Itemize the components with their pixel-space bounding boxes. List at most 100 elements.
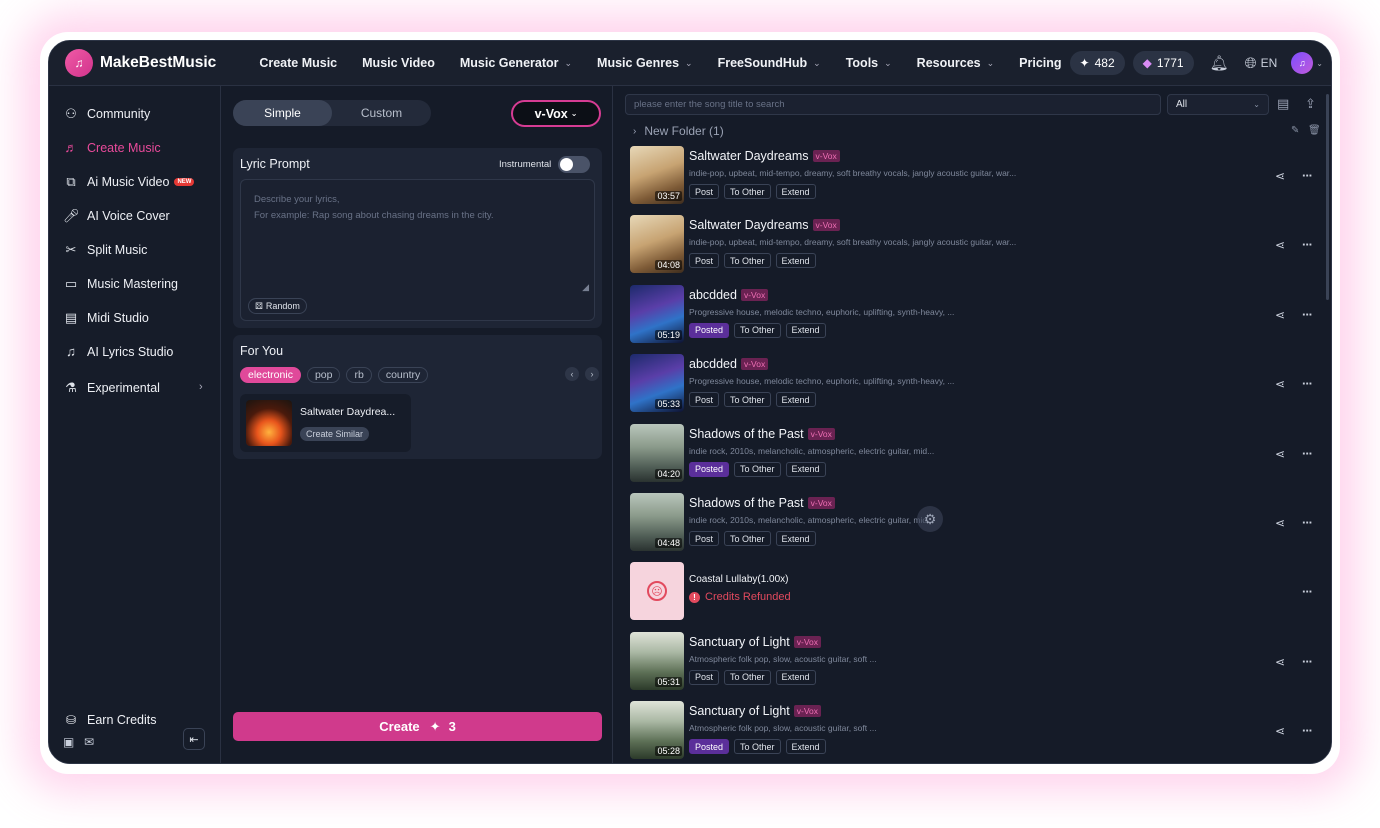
chevron-right-icon[interactable]: › [199, 381, 203, 393]
genre-chip-rb[interactable]: rb [346, 367, 372, 383]
brand[interactable]: ♫ MakeBestMusic [65, 49, 234, 77]
nav-music-generator[interactable]: Music Generator ⌄ [460, 56, 572, 70]
song-row[interactable]: 05:28 Sanctuary of Light v-Vox Atmospheric … [630, 701, 1320, 763]
create-button[interactable]: Create ✦ 3 [233, 712, 602, 741]
song-thumbnail[interactable]: ☹ [630, 562, 684, 621]
nav-create-music[interactable]: Create Music [259, 56, 337, 70]
avatar[interactable]: ♫ [1291, 52, 1314, 74]
song-title[interactable]: Shadows of the Past v-Vox [689, 496, 835, 510]
song-title[interactable]: Sanctuary of Light v-Vox [689, 704, 822, 718]
custom-mode-tab[interactable]: Custom [332, 100, 431, 126]
upload-icon[interactable]: ⇪ [1305, 96, 1316, 112]
extend-button[interactable]: Extend [775, 253, 816, 269]
share-icon[interactable]: ⋖ [1275, 447, 1285, 461]
more-icon[interactable]: ··· [1302, 307, 1313, 322]
song-thumbnail[interactable]: 04:20 [630, 423, 684, 482]
chevron-down-icon[interactable]: ⌄ [1316, 59, 1323, 68]
to-other-button[interactable]: To Other [724, 184, 771, 199]
genre-chip-country[interactable]: country [377, 367, 429, 383]
song-thumbnail[interactable]: 05:19 [630, 284, 684, 343]
credits-badge[interactable]: ✦ 482 [1069, 51, 1125, 75]
folder-row[interactable]: › New Folder (1) [633, 124, 724, 138]
resize-handle-icon[interactable]: ◢ [582, 282, 589, 293]
more-icon[interactable]: ··· [1302, 446, 1313, 461]
sidebar-item-experimental[interactable]: ⚗ Experimental [63, 380, 160, 396]
nav-pricing[interactable]: Pricing [1019, 56, 1061, 70]
earn-credits-link[interactable]: ⛁ Earn Credits [63, 713, 157, 727]
nav-music-video[interactable]: Music Video [362, 56, 435, 70]
song-title[interactable]: Sanctuary of Light v-Vox [689, 635, 822, 649]
nav-music-genres[interactable]: Music Genres ⌄ [597, 56, 693, 70]
settings-gear-icon[interactable]: ⚙ [917, 506, 943, 532]
filter-select[interactable]: All ⌄ [1167, 94, 1269, 115]
more-icon[interactable]: ··· [1302, 723, 1313, 738]
calendar-icon[interactable]: ▣ [63, 735, 74, 749]
sidebar-item-community[interactable]: ⚇ Community [63, 106, 150, 122]
share-icon[interactable]: ⋖ [1275, 655, 1285, 669]
more-icon[interactable]: ··· [1302, 515, 1313, 530]
song-thumbnail[interactable]: 05:33 [630, 354, 684, 413]
song-row[interactable]: 05:33 abcdded v-Vox Progressive house, melo… [630, 354, 1320, 416]
nav-tools[interactable]: Tools ⌄ [846, 56, 892, 70]
more-icon[interactable]: ··· [1302, 237, 1313, 252]
trash-icon[interactable]: 🗑︎ [1308, 125, 1321, 136]
extend-button[interactable]: Extend [785, 322, 826, 338]
scrollbar[interactable] [1326, 94, 1329, 300]
sidebar-item-create-music[interactable]: ♬ Create Music [63, 140, 161, 155]
lyric-input[interactable]: Describe your lyrics, For example: Rap s… [240, 179, 595, 321]
model-selector[interactable]: v-Vox ⌄ [511, 100, 601, 127]
edit-icon[interactable]: ✎ [1291, 125, 1299, 136]
collapse-sidebar-button[interactable]: ⇤ [183, 728, 205, 750]
song-title[interactable]: abcdded v-Vox [689, 288, 769, 302]
share-icon[interactable]: ⋖ [1275, 377, 1285, 391]
to-other-button[interactable]: To Other [724, 669, 771, 685]
chevron-left-icon[interactable]: ‹ [565, 367, 579, 381]
song-thumbnail[interactable]: 05:31 [630, 631, 684, 690]
song-row[interactable]: 05:31 Sanctuary of Light v-Vox Atmospheric … [630, 631, 1320, 694]
posted-button[interactable]: Posted [689, 322, 730, 338]
instrumental-toggle[interactable] [558, 156, 590, 173]
post-button[interactable]: Post [689, 184, 720, 199]
to-other-button[interactable]: To Other [734, 739, 781, 755]
more-icon[interactable]: ··· [1302, 654, 1313, 669]
sidebar-item-ai-voice-cover[interactable]: 🎤︎ AI Voice Cover [63, 208, 170, 224]
posted-button[interactable]: Posted [689, 739, 730, 755]
song-title[interactable]: Shadows of the Past v-Vox [689, 427, 835, 441]
random-button[interactable]: ⚄ Random [248, 298, 307, 314]
create-similar-button[interactable]: Create Similar [300, 427, 370, 441]
more-icon[interactable]: ··· [1302, 584, 1313, 599]
to-other-button[interactable]: To Other [734, 461, 781, 477]
song-thumbnail[interactable]: 04:08 [630, 215, 684, 274]
song-row[interactable]: 05:19 abcdded v-Vox Progressive house, melo… [630, 284, 1320, 347]
sidebar-item-midi-studio[interactable]: ▤ Midi Studio [63, 310, 149, 326]
more-icon[interactable]: ··· [1302, 168, 1313, 183]
post-button[interactable]: Post [689, 531, 720, 546]
nav-freesoundhub[interactable]: FreeSoundHub ⌄ [718, 56, 821, 70]
song-thumbnail[interactable]: 05:28 [630, 701, 684, 760]
song-title[interactable]: Saltwater Daydreams v-Vox [689, 149, 840, 163]
chevron-right-icon[interactable]: › [585, 367, 599, 381]
to-other-button[interactable]: To Other [724, 392, 771, 408]
simple-mode-tab[interactable]: Simple [233, 100, 332, 126]
song-row[interactable]: 03:57 Saltwater Daydreams v-Vox indie-pop, … [630, 146, 1320, 208]
song-title[interactable]: Saltwater Daydreams v-Vox [689, 218, 840, 232]
to-other-button[interactable]: To Other [724, 253, 771, 269]
genre-chip-pop[interactable]: pop [306, 367, 341, 383]
sidebar-item-ai-music-video[interactable]: ⧉ Ai Music Video NEW [63, 174, 195, 190]
sidebar-item-split-music[interactable]: ✂︎ Split Music [63, 242, 148, 258]
share-icon[interactable]: ⋖ [1275, 169, 1285, 183]
extend-button[interactable]: Extend [785, 461, 826, 477]
song-row[interactable]: 04:20 Shadows of the Past v-Vox indie rock,… [630, 423, 1320, 486]
post-button[interactable]: Post [689, 669, 720, 685]
share-icon[interactable]: ⋖ [1275, 724, 1285, 738]
extend-button[interactable]: Extend [775, 184, 816, 199]
post-button[interactable]: Post [689, 392, 720, 408]
post-button[interactable]: Post [689, 253, 720, 269]
language-selector[interactable]: 🌐︎ EN [1245, 55, 1278, 72]
share-icon[interactable]: ⋖ [1275, 516, 1285, 530]
song-search-input[interactable]: please enter the song title to search [625, 94, 1161, 115]
suggestion-card[interactable]: Saltwater Daydrea... Create Similar [240, 394, 411, 452]
sidebar-item-music-mastering[interactable]: ▭ Music Mastering [63, 276, 178, 292]
to-other-button[interactable]: To Other [724, 531, 771, 546]
to-other-button[interactable]: To Other [734, 322, 781, 338]
